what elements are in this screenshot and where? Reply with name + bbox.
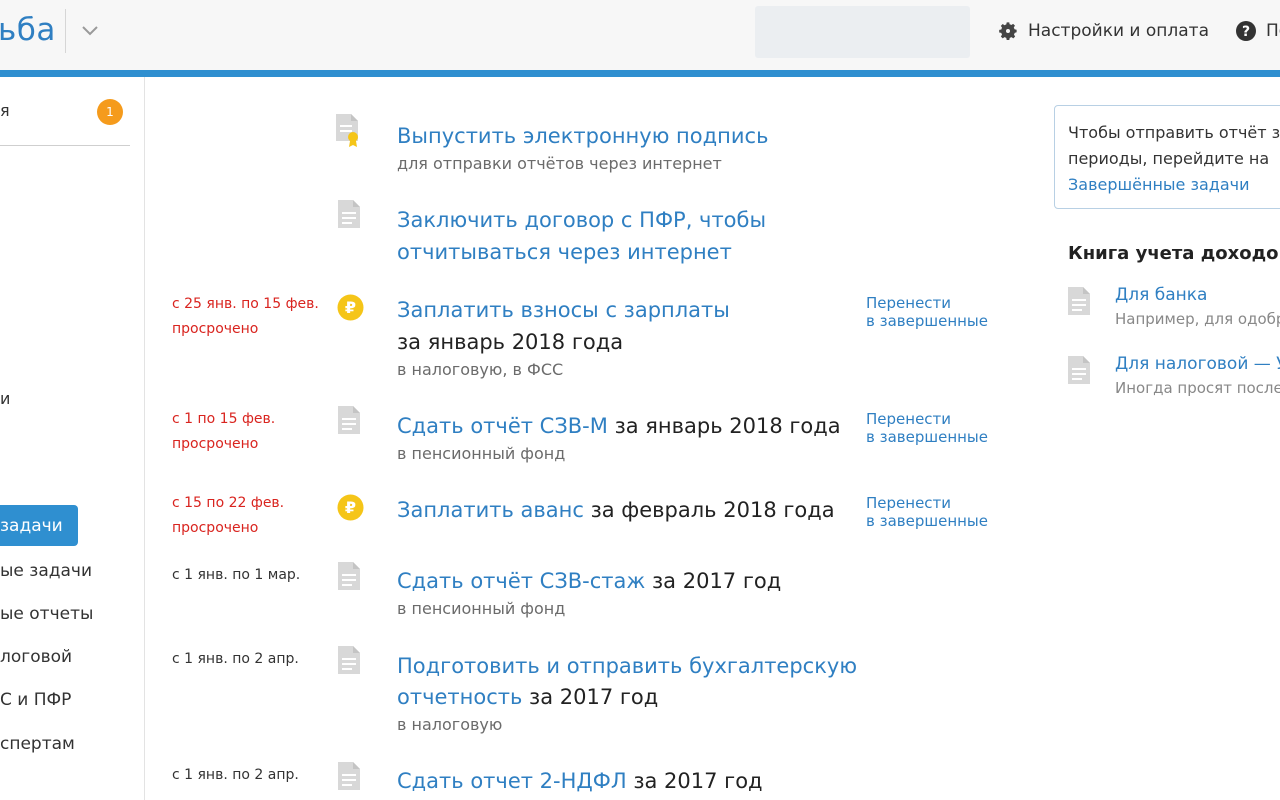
- task-subtitle: в налоговую: [397, 715, 503, 734]
- gear-icon: [999, 22, 1017, 40]
- document-icon: [338, 762, 360, 790]
- svg-text:?: ?: [1242, 24, 1250, 40]
- task-link[interactable]: Сдать отчет 2-НДФЛ: [397, 769, 627, 793]
- move-to-completed-link[interactable]: Перенести в завершенные: [866, 494, 988, 530]
- task-title: Заключить договор с ПФР, чтобы: [397, 204, 766, 236]
- task-due-date: с 1 по 15 фев.: [172, 411, 276, 427]
- task-period: за февраль 2018 года: [583, 498, 835, 522]
- task-title: Заплатить аванс за февраль 2018 года: [397, 494, 835, 526]
- sidebar-item-tasks[interactable]: задачи: [0, 505, 78, 546]
- book-item-description: Иногда просят после о: [1115, 379, 1280, 397]
- completed-tasks-link[interactable]: Завершённые задачи: [1068, 172, 1280, 198]
- move-to-completed-link[interactable]: Перенести в завершенные: [866, 410, 988, 446]
- document-icon: [338, 406, 360, 434]
- sidebar-item-fss-pfr[interactable]: С и ПФР: [0, 690, 71, 710]
- ruble-coin-icon: ₽: [337, 294, 364, 321]
- task-title-line2: отчетность за 2017 год: [397, 681, 658, 713]
- income-book-heading: Книга учета доходов: [1068, 243, 1280, 264]
- task-link[interactable]: Выпустить электронную подпись: [397, 124, 768, 148]
- move-line: в завершенные: [866, 428, 989, 446]
- header-accent-bar: [0, 70, 1280, 77]
- move-line: Перенести: [866, 294, 952, 312]
- help-label: По: [1266, 21, 1280, 41]
- svg-text:₽: ₽: [345, 298, 356, 317]
- sidebar-item-notifications[interactable]: я: [0, 101, 10, 120]
- task-period: за 2017 год: [522, 685, 659, 709]
- task-due-date: с 1 янв. по 2 апр.: [172, 651, 299, 667]
- sidebar-item-completed-tasks[interactable]: ые задачи: [0, 561, 92, 581]
- move-line: в завершенные: [866, 512, 989, 530]
- task-title: Выпустить электронную подпись: [397, 120, 768, 152]
- document-icon: [1068, 287, 1090, 315]
- task-title: Сдать отчёт СЗВ-стаж за 2017 год: [397, 565, 781, 597]
- account-name-field[interactable]: [755, 6, 970, 58]
- book-item-description: Например, для одобр: [1115, 310, 1280, 328]
- task-subtitle: в пенсионный фонд: [397, 444, 566, 463]
- task-overdue-label: просрочено: [172, 321, 259, 337]
- move-line: Перенести: [866, 494, 952, 512]
- move-to-completed-link[interactable]: Перенести в завершенные: [866, 294, 988, 330]
- document-certificate-icon: [336, 114, 358, 147]
- info-text: Чтобы отправить отчёт з: [1068, 123, 1280, 142]
- move-line: Перенести: [866, 410, 952, 428]
- task-link[interactable]: отчитываться через интернет: [397, 240, 732, 264]
- task-title-line2: отчитываться через интернет: [397, 236, 732, 268]
- task-period: за 2017 год: [626, 769, 763, 793]
- task-link[interactable]: Подготовить и отправить бухгалтерскую: [397, 654, 857, 678]
- sidebar-divider: [0, 145, 130, 146]
- sidebar-item-tax-office[interactable]: логовой: [0, 647, 72, 667]
- document-icon: [1068, 356, 1090, 384]
- top-header: ьба Настройки и оплата ? По: [0, 0, 1280, 70]
- info-text: периоды, перейдите на: [1068, 149, 1270, 168]
- task-period: за 2017 год: [645, 569, 782, 593]
- sidebar-item-section[interactable]: и: [0, 389, 10, 408]
- book-for-bank-link[interactable]: Для банка: [1115, 285, 1207, 305]
- ruble-coin-icon: ₽: [337, 494, 364, 521]
- sidebar: я 1 и задачи ые задачи ые отчеты логовой…: [0, 77, 145, 800]
- task-due-date: с 1 янв. по 2 апр.: [172, 767, 299, 783]
- sidebar-item-reports[interactable]: ые отчеты: [0, 604, 93, 624]
- task-link[interactable]: Сдать отчёт СЗВ-стаж: [397, 569, 645, 593]
- task-due-date: с 25 янв. по 15 фев.: [172, 296, 319, 312]
- task-link[interactable]: Заплатить взносы с зарплаты: [397, 298, 730, 322]
- settings-link[interactable]: Настройки и оплата: [997, 19, 1209, 43]
- document-icon: [338, 562, 360, 590]
- help-icon: ?: [1236, 21, 1256, 41]
- help-link[interactable]: ? По: [1235, 19, 1280, 43]
- task-due-date: с 1 янв. по 1 мар.: [172, 567, 301, 583]
- task-overdue-label: просрочено: [172, 436, 259, 452]
- sidebar-item-experts[interactable]: спертам: [0, 734, 75, 754]
- task-overdue-label: просрочено: [172, 520, 259, 536]
- task-subtitle: для отправки отчётов через интернет: [397, 154, 722, 173]
- app-logo[interactable]: ьба: [0, 12, 56, 48]
- task-title: Сдать отчёт СЗВ-М за январь 2018 года: [397, 410, 841, 442]
- task-period: за январь 2018 года: [607, 414, 841, 438]
- info-notice: Чтобы отправить отчёт з периоды, перейди…: [1054, 105, 1280, 209]
- task-subtitle: в налоговую, в ФСС: [397, 360, 564, 379]
- task-link[interactable]: Заключить договор с ПФР, чтобы: [397, 208, 766, 232]
- task-title: Сдать отчет 2-НДФЛ за 2017 год: [397, 765, 763, 797]
- book-for-tax-link[interactable]: Для налоговой — У: [1115, 354, 1280, 374]
- document-icon: [338, 646, 360, 674]
- task-title: Заплатить взносы с зарплаты: [397, 294, 730, 326]
- task-link[interactable]: Сдать отчёт СЗВ-М: [397, 414, 608, 438]
- task-subtitle: в пенсионный фонд: [397, 599, 566, 618]
- svg-text:₽: ₽: [345, 498, 356, 517]
- move-line: в завершенные: [866, 312, 989, 330]
- task-due-date: с 15 по 22 фев.: [172, 495, 285, 511]
- notification-badge: 1: [97, 99, 123, 125]
- task-link[interactable]: отчетность: [397, 685, 522, 709]
- document-icon: [338, 200, 360, 228]
- task-title: Подготовить и отправить бухгалтерскую: [397, 650, 857, 682]
- settings-label: Настройки и оплата: [1028, 21, 1209, 41]
- task-period: за январь 2018 года: [397, 330, 624, 354]
- chevron-down-icon[interactable]: [80, 20, 100, 40]
- task-link[interactable]: Заплатить аванс: [397, 498, 584, 522]
- logo-divider: [65, 9, 66, 53]
